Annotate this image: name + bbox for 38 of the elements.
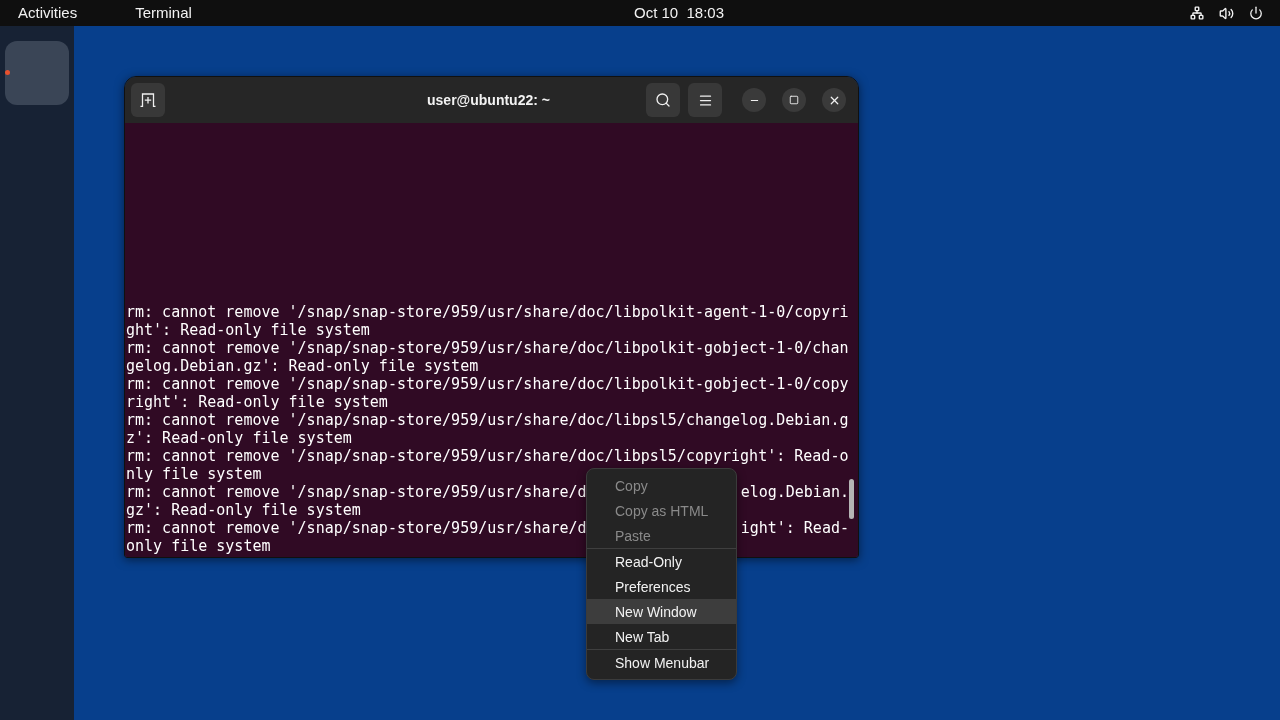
menu-item[interactable]: Read-Only [587, 549, 736, 574]
power-icon[interactable] [1249, 6, 1263, 20]
menu-item[interactable]: New Tab [587, 624, 736, 649]
terminal-text: rm: cannot remove '/snap/snap-store/959/usr/share/doc/libpolkit-agent-1-0/copyri [126, 303, 849, 321]
search-icon [655, 92, 671, 108]
scrollbar-thumb[interactable] [849, 479, 854, 519]
close-button[interactable] [822, 88, 846, 112]
terminal-text: rm: cannot remove '/snap/snap-store/959/usr/share/d [126, 483, 587, 501]
terminal-text: gelog.Debian.gz': Read-only file system [126, 357, 479, 375]
window-title: user@ubuntu22: ~ [427, 92, 550, 108]
terminal-text: right': Read-only file system [126, 393, 388, 411]
terminal-text: rm: cannot remove '/snap/snap-store/959/usr/share/doc/libpolkit-gobject-1-0/copy [126, 375, 849, 393]
clock-button[interactable]: Oct 10 18:03 [634, 4, 725, 22]
maximize-icon [789, 95, 799, 105]
terminal-text: rm: cannot remove '/snap/snap-store/959/usr/share/doc/libpolkit-gobject-1-0/chan [126, 339, 849, 357]
terminal-text: rm: cannot remove '/snap/snap-store/959/usr/share/d [126, 519, 587, 537]
terminal-text: ight': Read- [740, 519, 849, 537]
network-icon[interactable] [1190, 6, 1204, 20]
menu-item[interactable]: Preferences [587, 574, 736, 599]
volume-icon[interactable] [1219, 5, 1234, 21]
app-menu-button[interactable]: Terminal [135, 4, 192, 22]
menu-item[interactable]: Show Menubar [587, 650, 736, 675]
new-tab-icon [140, 93, 156, 107]
terminal-text: ght': Read-only file system [126, 321, 370, 339]
terminal-text: rm: cannot remove '/snap/snap-store/959/usr/share/doc/libpsl5/changelog.Debian.g [126, 411, 849, 429]
terminal-text: only file system [126, 537, 271, 555]
search-button[interactable] [646, 83, 680, 117]
terminal-text: z': Read-only file system [126, 429, 352, 447]
terminal-text: rm: cannot remove '/snap/snap-store/959/usr/share/doc/libpsl5/copyright': Read-o [126, 447, 849, 465]
menu-item[interactable]: New Window [587, 599, 736, 624]
terminal-text: nly file system [126, 465, 262, 483]
terminal-text: elog.Debian. [740, 483, 849, 501]
terminal-text: gz': Read-only file system [126, 501, 361, 519]
activities-button[interactable]: Activities [18, 4, 78, 22]
new-tab-button[interactable] [131, 83, 165, 117]
maximize-button[interactable] [782, 88, 806, 112]
menu-icon [697, 92, 713, 108]
menu-button[interactable] [688, 83, 722, 117]
